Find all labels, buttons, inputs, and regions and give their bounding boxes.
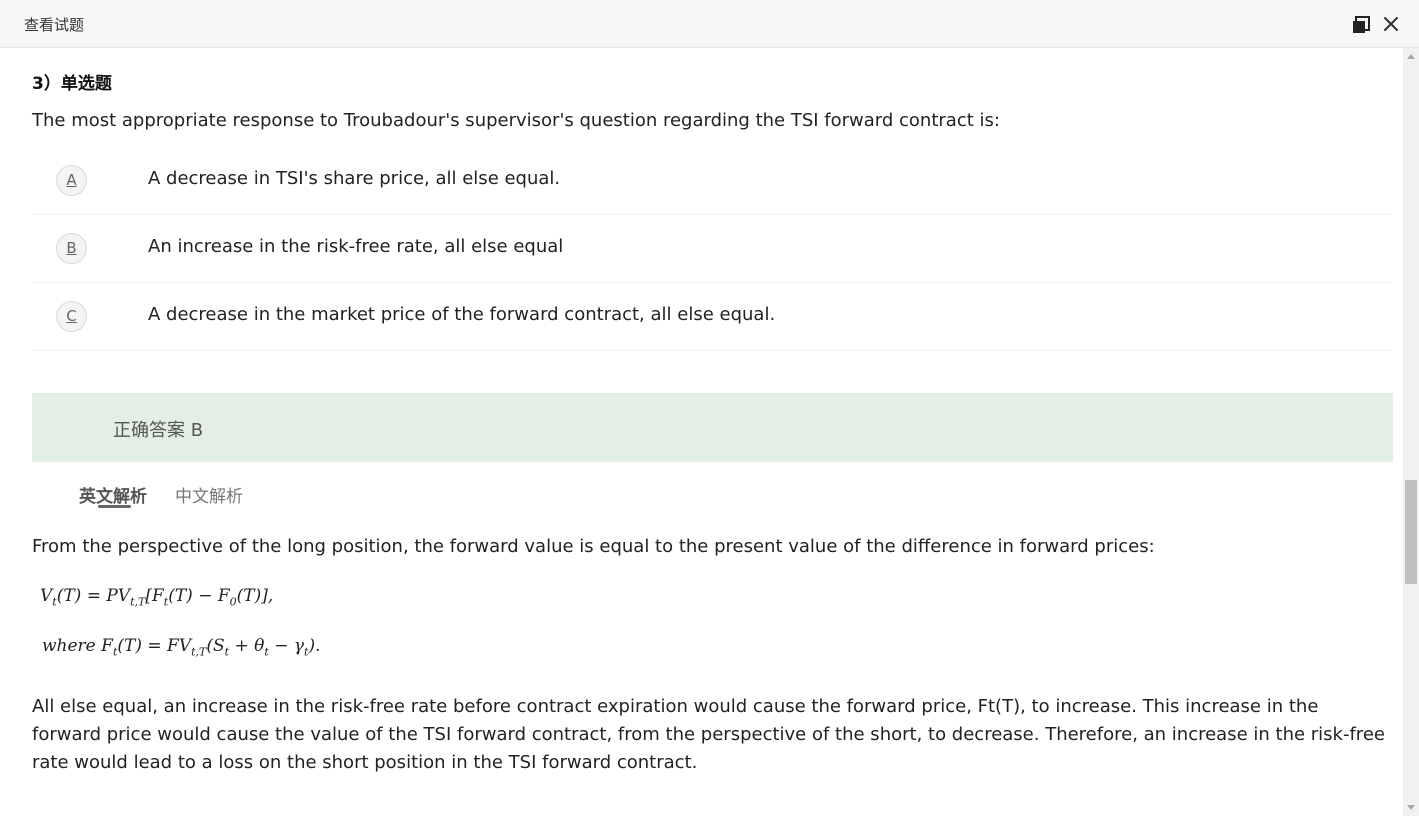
option-letter-b[interactable]: B xyxy=(56,233,87,264)
option-a[interactable]: A A decrease in TSI's share price, all e… xyxy=(32,147,1392,215)
vertical-scrollbar[interactable] xyxy=(1403,48,1419,816)
question-text: The most appropriate response to Troubad… xyxy=(32,110,1000,131)
tab-chinese-explanation[interactable]: 中文解析 xyxy=(175,482,243,507)
question-content: 3）单选题 The most appropriate response to T… xyxy=(0,48,1403,816)
option-letter-a[interactable]: A xyxy=(56,165,87,196)
option-text-a: A decrease in TSI's share price, all els… xyxy=(148,168,561,189)
restore-window-icon[interactable] xyxy=(1352,16,1370,34)
title-bar: 查看试题 xyxy=(0,0,1419,48)
correct-answer-text: 正确答案 B xyxy=(113,420,204,441)
active-tab-indicator xyxy=(98,505,131,508)
scroll-up-arrow-icon[interactable] xyxy=(1407,54,1415,59)
question-type-header: 3）单选题 xyxy=(32,74,112,94)
option-b[interactable]: B An increase in the risk-free rate, all… xyxy=(32,215,1392,283)
correct-answer-box: 正确答案 B xyxy=(32,393,1393,462)
option-c[interactable]: C A decrease in the market price of the … xyxy=(32,283,1392,351)
scrollbar-thumb[interactable] xyxy=(1405,480,1417,584)
option-text-c: A decrease in the market price of the fo… xyxy=(148,304,776,325)
tab-english-explanation[interactable]: 英文解析 xyxy=(79,482,147,507)
scroll-down-arrow-icon[interactable] xyxy=(1407,805,1415,810)
option-text-b: An increase in the risk-free rate, all e… xyxy=(148,236,564,257)
option-letter-c[interactable]: C xyxy=(56,301,87,332)
forward-price-formula: where Ft(T) = FVt,T(St + θt − γt). xyxy=(42,636,321,659)
explanation-intro: From the perspective of the long positio… xyxy=(32,536,1155,557)
explanation-conclusion: All else equal, an increase in the risk-… xyxy=(32,696,1385,773)
window-title: 查看试题 xyxy=(24,16,85,34)
forward-value-formula: Vt(T) = PVt,T[Ft(T) − F0(T)], xyxy=(40,586,274,609)
close-icon[interactable] xyxy=(1382,15,1400,33)
